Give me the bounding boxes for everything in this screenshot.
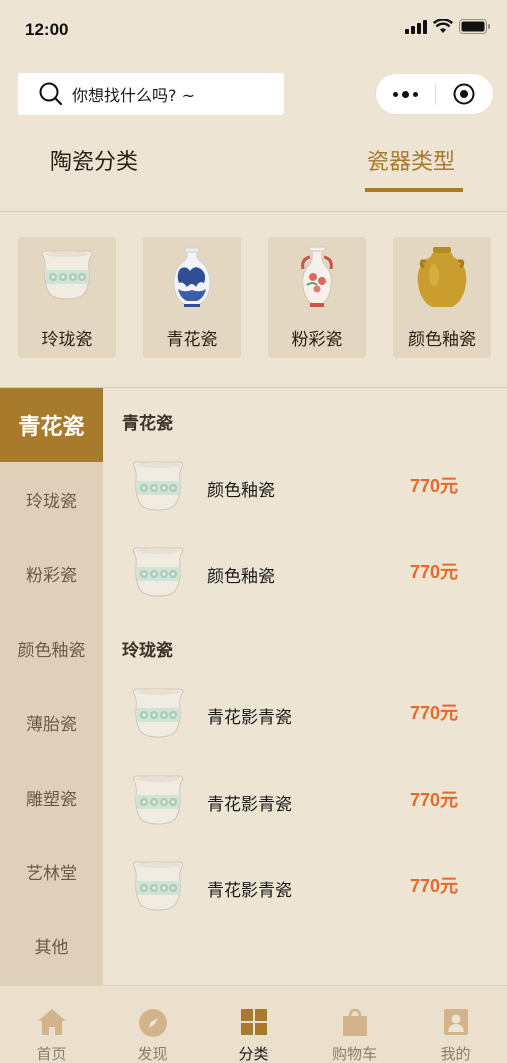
product-price: 770元 (409, 876, 458, 896)
group-title: 青花瓷 (122, 414, 173, 434)
search-placeholder: 你想找什么吗? ~ (72, 86, 195, 105)
sidebar-item-yilintang[interactable]: 艺林堂 (0, 834, 103, 908)
search-icon (39, 82, 63, 106)
tabbar-item-me[interactable]: 我的 (405, 986, 506, 1063)
famille-rose-vase-icon (301, 246, 333, 307)
compass-icon (139, 1009, 167, 1037)
battery-icon (459, 19, 490, 34)
bottom-tab-bar: 首页 发现 分类 购物车 我的 (0, 985, 507, 1063)
category-card-color-glaze[interactable]: 颜色釉瓷 (393, 237, 491, 358)
wifi-icon (433, 19, 453, 33)
sidebar-item-sculpture[interactable]: 雕塑瓷 (0, 760, 103, 834)
shopping-bag-icon (343, 1008, 367, 1036)
product-price: 770元 (409, 790, 458, 810)
tabbar-label: 我的 (440, 1045, 471, 1063)
profile-icon (444, 1009, 468, 1035)
product-item[interactable]: 青花影青瓷 770元 (120, 770, 490, 840)
tabbar-item-category[interactable]: 分类 (203, 986, 304, 1063)
home-icon (38, 1009, 66, 1035)
blue-white-vase-icon (173, 247, 211, 307)
category-card-blue-white[interactable]: 青花瓷 (143, 237, 241, 358)
status-time: 12:00 (25, 20, 69, 39)
category-cards: 玲珑瓷 青花瓷 粉彩瓷 颜色釉瓷 (18, 237, 491, 359)
product-price: 770元 (409, 703, 458, 723)
category-tabs: 陶瓷分类 瓷器类型 (0, 130, 507, 212)
category-card-famille-rose[interactable]: 粉彩瓷 (268, 237, 366, 358)
tabbar-item-cart[interactable]: 购物车 (304, 986, 405, 1063)
product-name: 颜色釉瓷 (207, 481, 275, 501)
product-image (128, 683, 188, 741)
tabbar-label: 购物车 (331, 1045, 377, 1063)
sidebar-item-blue-white[interactable]: 青花瓷 (0, 388, 103, 462)
product-price: 770元 (409, 476, 458, 496)
glaze-jar-icon (417, 247, 467, 307)
product-image (128, 856, 188, 914)
product-image (128, 770, 188, 828)
category-card-label: 青花瓷 (166, 330, 218, 350)
product-name: 颜色釉瓷 (207, 567, 275, 587)
category-card-linglong[interactable]: 玲珑瓷 (18, 237, 116, 358)
status-bar: 12:00 (0, 0, 507, 60)
category-card-label: 粉彩瓷 (291, 330, 343, 350)
tabbar-item-home[interactable]: 首页 (1, 986, 102, 1063)
product-item[interactable]: 青花影青瓷 770元 (120, 856, 490, 926)
tab-active-indicator (365, 188, 463, 192)
sidebar-item-linglong[interactable]: 玲珑瓷 (0, 462, 103, 536)
tab-ceramic-category[interactable]: 陶瓷分类 (50, 144, 138, 176)
linglong-pot-icon (37, 245, 97, 303)
sidebar: 青花瓷 玲珑瓷 粉彩瓷 颜色釉瓷 薄胎瓷 雕塑瓷 艺林堂 其他 (0, 388, 103, 985)
product-image (128, 456, 188, 514)
product-item[interactable]: 颜色釉瓷 770元 (120, 456, 490, 526)
more-button[interactable] (376, 74, 435, 114)
product-name: 青花影青瓷 (207, 708, 292, 728)
product-name: 青花影青瓷 (207, 795, 292, 815)
product-item[interactable]: 青花影青瓷 770元 (120, 683, 490, 753)
tabbar-label: 分类 (238, 1045, 269, 1063)
sidebar-item-color-glaze[interactable]: 颜色釉瓷 (0, 611, 103, 685)
target-icon (453, 83, 475, 105)
search-input[interactable]: 你想找什么吗? ~ (18, 73, 284, 115)
category-card-label: 颜色釉瓷 (408, 330, 476, 350)
mini-program-capsule (375, 73, 494, 115)
product-image (128, 542, 188, 600)
sidebar-item-famille-rose[interactable]: 粉彩瓷 (0, 536, 103, 610)
category-card-label: 玲珑瓷 (41, 330, 93, 350)
tabbar-item-discover[interactable]: 发现 (102, 986, 203, 1063)
product-name: 青花影青瓷 (207, 881, 292, 901)
signal-icon (405, 19, 427, 34)
tab-porcelain-type[interactable]: 瓷器类型 (367, 144, 455, 176)
grid-icon (241, 1009, 267, 1035)
close-mini-program-button[interactable] (435, 74, 493, 114)
status-icons (405, 19, 491, 34)
sidebar-item-other[interactable]: 其他 (0, 908, 103, 982)
group-title: 玲珑瓷 (122, 641, 173, 661)
tabbar-label: 首页 (36, 1045, 67, 1063)
product-item[interactable]: 颜色釉瓷 770元 (120, 542, 490, 612)
sidebar-item-eggshell[interactable]: 薄胎瓷 (0, 685, 103, 759)
product-price: 770元 (409, 562, 458, 582)
tabbar-label: 发现 (137, 1045, 168, 1063)
